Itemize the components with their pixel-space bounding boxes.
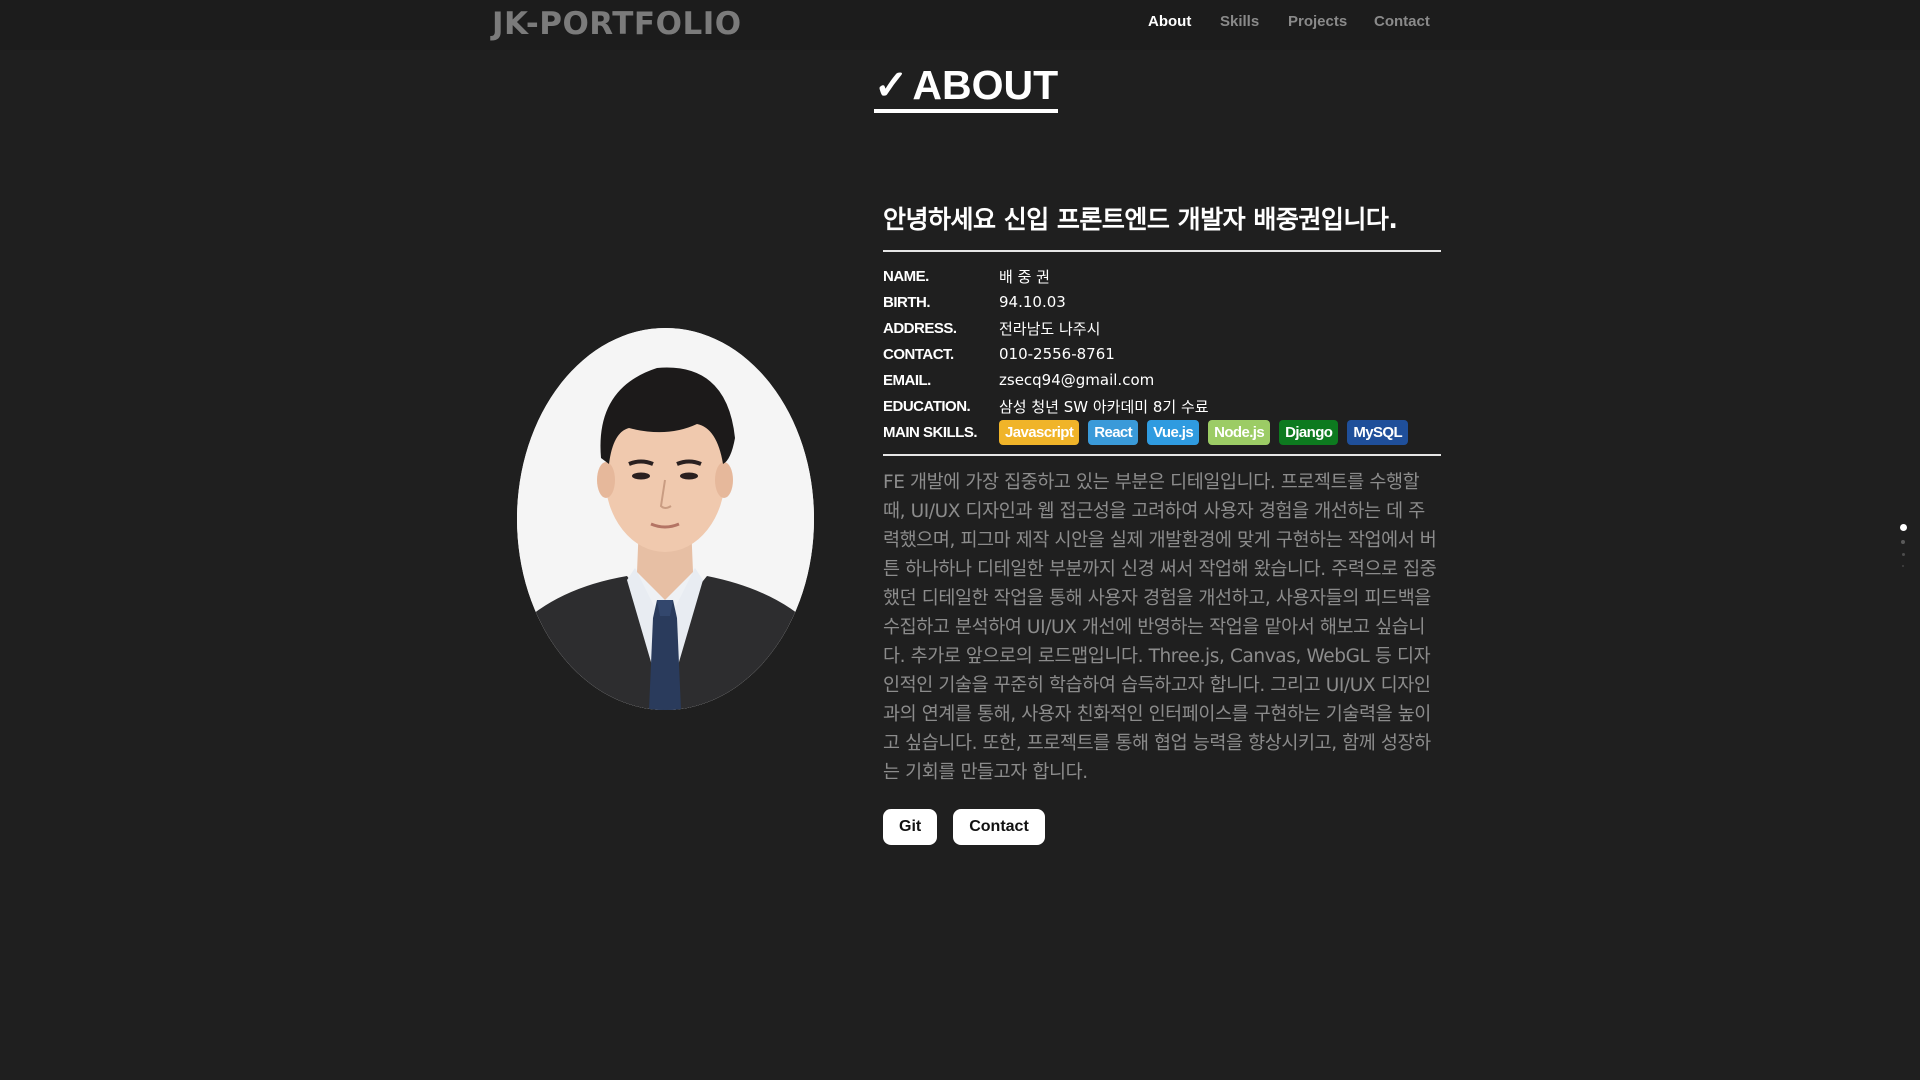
field-label: ADDRESS. <box>883 319 957 337</box>
skill-badge-mysql: MySQL <box>1347 419 1409 445</box>
nav-projects[interactable]: Projects <box>1288 13 1347 30</box>
field-value: zsecq94@gmail.com <box>999 371 1155 389</box>
field-value: 010-2556-8761 <box>999 345 1115 363</box>
scroll-dot-contact[interactable] <box>1902 565 1904 567</box>
section-title-text: ABOUT <box>912 62 1059 108</box>
field-skills: MAIN SKILLS. Javascript React Vue.js Nod… <box>883 419 1441 445</box>
field-label: BIRTH. <box>883 293 931 311</box>
nav-skills[interactable]: Skills <box>1220 13 1259 30</box>
skill-badges: Javascript React Vue.js Node.js Django M… <box>999 419 1409 445</box>
skill-badge-django: Django <box>1279 419 1339 445</box>
skill-badge-javascript: Javascript <box>999 419 1080 445</box>
nav-contact[interactable]: Contact <box>1374 13 1430 30</box>
field-name: NAME. 배 중 권 <box>883 263 1441 289</box>
top-header: JK-PORTFOLIO About Skills Projects Conta… <box>0 0 1920 50</box>
field-label: EMAIL. <box>883 371 931 389</box>
check-icon: ✓ <box>874 62 909 108</box>
contact-button[interactable]: Contact <box>953 809 1045 845</box>
profile-info: 안녕하세요 신입 프론트엔드 개발자 배중권입니다. NAME. 배 중 권 B… <box>883 200 1441 845</box>
field-value: 배 중 권 <box>999 267 1050 286</box>
field-education: EDUCATION. 삼성 청년 SW 아카데미 8기 수료 <box>883 393 1441 419</box>
field-value: 삼성 청년 SW 아카데미 8기 수료 <box>999 397 1209 416</box>
field-label: EDUCATION. <box>883 397 971 415</box>
profile-description: FE 개발에 가장 집중하고 있는 부분은 디테일입니다. 프로젝트를 수행할 … <box>883 472 1437 783</box>
profile-fields: NAME. 배 중 권 BIRTH. 94.10.03 ADDRESS. 전라남… <box>883 263 1441 456</box>
profile-photo <box>517 328 814 710</box>
field-address: ADDRESS. 전라남도 나주시 <box>883 315 1441 341</box>
skill-badge-vue: Vue.js <box>1147 419 1200 445</box>
nav-about[interactable]: About <box>1148 13 1191 30</box>
skill-badge-react: React <box>1088 419 1139 445</box>
field-label: CONTACT. <box>883 345 954 363</box>
section-scroll-dots <box>1898 524 1908 576</box>
field-birth: BIRTH. 94.10.03 <box>883 289 1441 315</box>
git-button[interactable]: Git <box>883 809 938 845</box>
profile-actions: Git Contact <box>883 809 1441 845</box>
field-label: MAIN SKILLS. <box>883 423 978 441</box>
field-contact: CONTACT. 010-2556-8761 <box>883 341 1441 367</box>
site-logo[interactable]: JK-PORTFOLIO <box>492 6 742 42</box>
field-label: NAME. <box>883 267 929 285</box>
profile-headline: 안녕하세요 신입 프론트엔드 개발자 배중권입니다. <box>883 200 1441 252</box>
section-title: ✓ABOUT <box>874 62 1059 113</box>
scroll-dot-about[interactable] <box>1899 524 1907 531</box>
scroll-dot-projects[interactable] <box>1901 553 1905 556</box>
skill-badge-node: Node.js <box>1208 419 1271 445</box>
field-value: 94.10.03 <box>999 293 1066 311</box>
scroll-dot-skills[interactable] <box>1901 540 1905 544</box>
field-value: 전라남도 나주시 <box>999 319 1101 338</box>
field-email: EMAIL. zsecq94@gmail.com <box>883 367 1441 393</box>
